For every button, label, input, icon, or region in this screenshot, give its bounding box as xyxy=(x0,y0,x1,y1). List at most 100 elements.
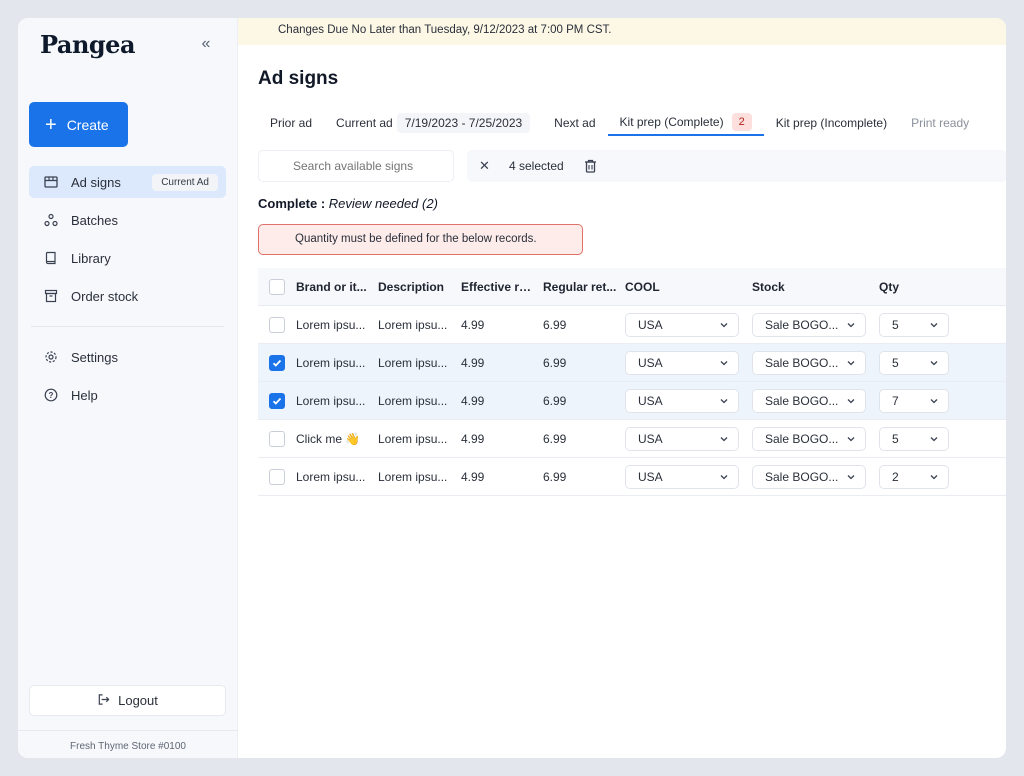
cool-select[interactable]: USA xyxy=(625,350,739,375)
create-button-label: Create xyxy=(66,116,109,133)
stock-select[interactable]: Sale BOGO... xyxy=(752,388,866,413)
row-checkbox-cell xyxy=(258,392,296,409)
brand-cell: Lorem ipsu... xyxy=(296,355,366,370)
row-checkbox[interactable] xyxy=(269,354,285,371)
qty-value: 2 xyxy=(892,469,899,484)
cool-select[interactable]: USA xyxy=(625,388,739,413)
tab-print-ready[interactable]: Print ready xyxy=(899,110,981,136)
select-all-checkbox[interactable] xyxy=(269,278,285,295)
chevron-down-icon xyxy=(720,394,728,408)
tab-kit-prep-incomplete[interactable]: Kit prep (Incomplete) xyxy=(764,110,899,136)
qty-select[interactable]: 5 xyxy=(879,350,949,375)
column-header-effective[interactable]: Effective re... xyxy=(461,280,543,294)
regular-price-cell: 6.99 xyxy=(543,355,567,370)
sidebar-item-label: Help xyxy=(71,387,98,403)
stock-select[interactable]: Sale BOGO... xyxy=(752,350,866,375)
row-checkbox[interactable] xyxy=(269,316,285,333)
qty-value: 5 xyxy=(892,355,899,370)
regular-price-cell: 6.99 xyxy=(543,317,567,332)
chevron-down-icon xyxy=(847,318,855,332)
row-checkbox[interactable] xyxy=(269,468,285,485)
logout-button[interactable]: Logout xyxy=(29,685,226,716)
tab-label: Print ready xyxy=(911,116,970,130)
create-button[interactable]: + Create xyxy=(29,102,128,147)
row-checkbox[interactable] xyxy=(269,392,285,409)
column-header-cool[interactable]: COOL xyxy=(625,280,752,294)
chevron-down-icon xyxy=(930,318,938,332)
cool-select[interactable]: USA xyxy=(625,312,739,337)
qty-select[interactable]: 5 xyxy=(879,312,949,337)
table-row[interactable]: Lorem ipsu... Lorem ipsu... 4.99 6.99 USA Sal… xyxy=(258,306,1006,344)
chevron-down-icon xyxy=(847,356,855,370)
cool-value: USA xyxy=(638,469,663,484)
section-note: Review needed (2) xyxy=(328,196,438,211)
stock-select[interactable]: Sale BOGO... xyxy=(752,426,866,451)
tab-kit-prep-complete[interactable]: Kit prep (Complete) 2 xyxy=(607,110,764,136)
stock-cell: Sale BOGO... xyxy=(752,388,879,413)
table-row[interactable]: Lorem ipsu... Lorem ipsu... 4.99 6.99 USA Sal… xyxy=(258,344,1006,382)
tab-next-ad[interactable]: Next ad xyxy=(542,110,607,136)
count-badge: 2 xyxy=(731,113,752,131)
tab-label: Next ad xyxy=(554,116,596,130)
qty-cell: 5 xyxy=(879,312,1006,337)
row-checkbox-cell xyxy=(258,354,296,371)
logout-label: Logout xyxy=(118,693,158,708)
cool-select[interactable]: USA xyxy=(625,426,739,451)
tab-prior-ad[interactable]: Prior ad xyxy=(258,110,324,136)
chevron-down-icon xyxy=(720,318,728,332)
brand-cell: Lorem ipsu... xyxy=(296,393,366,408)
table-row[interactable]: Lorem ipsu... Lorem ipsu... 4.99 6.99 USA Sal… xyxy=(258,458,1006,496)
qty-select[interactable]: 2 xyxy=(879,464,949,489)
selection-bar: ✕ 4 selected xyxy=(467,150,1006,182)
signs-table: Brand or it... Description Effective re.… xyxy=(258,268,1006,496)
column-header-regular[interactable]: Regular ret... xyxy=(543,280,625,294)
description-cell: Lorem ipsu... xyxy=(378,355,448,370)
stock-select[interactable]: Sale BOGO... xyxy=(752,464,866,489)
storefront-icon xyxy=(43,174,59,190)
column-header-stock[interactable]: Stock xyxy=(752,280,879,294)
stock-value: Sale BOGO... xyxy=(765,393,839,408)
column-header-qty[interactable]: Qty xyxy=(879,280,1006,294)
sidebar-item-batches[interactable]: Batches xyxy=(29,204,226,236)
sidebar-item-help[interactable]: ? Help xyxy=(29,379,226,411)
chevron-down-icon xyxy=(930,394,938,408)
sidebar-item-settings[interactable]: Settings xyxy=(29,341,226,373)
description-cell: Lorem ipsu... xyxy=(378,431,448,446)
column-header-brand[interactable]: Brand or it... xyxy=(296,280,378,294)
qty-cell: 7 xyxy=(879,388,1006,413)
search-input[interactable] xyxy=(258,150,454,182)
chevron-down-icon xyxy=(720,470,728,484)
description-cell: Lorem ipsu... xyxy=(378,469,448,484)
row-checkbox-cell xyxy=(258,316,296,333)
stock-value: Sale BOGO... xyxy=(765,317,839,332)
column-header-description[interactable]: Description xyxy=(378,280,461,294)
table-row[interactable]: Click me 👋 Lorem ipsu... 4.99 6.99 USA Sale B… xyxy=(258,420,1006,458)
row-checkbox[interactable] xyxy=(269,430,285,447)
sidebar-item-library[interactable]: Library xyxy=(29,242,226,274)
qty-select[interactable]: 7 xyxy=(879,388,949,413)
clear-selection-icon[interactable]: ✕ xyxy=(479,158,493,174)
table-row[interactable]: Lorem ipsu... Lorem ipsu... 4.99 6.99 USA Sal… xyxy=(258,382,1006,420)
validation-alert: Quantity must be defined for the below r… xyxy=(258,224,583,255)
chevron-down-icon xyxy=(720,432,728,446)
chevron-down-icon xyxy=(930,470,938,484)
stock-value: Sale BOGO... xyxy=(765,469,839,484)
qty-select[interactable]: 5 xyxy=(879,426,949,451)
book-icon xyxy=(43,250,59,266)
qty-value: 5 xyxy=(892,317,899,332)
sidebar-item-ad-signs[interactable]: Ad signs Current Ad xyxy=(29,166,226,198)
collapse-sidebar-icon[interactable]: « xyxy=(196,34,216,54)
stock-select[interactable]: Sale BOGO... xyxy=(752,312,866,337)
sidebar-item-order-stock[interactable]: Order stock xyxy=(29,280,226,312)
cool-cell: USA xyxy=(625,464,752,489)
logout-icon xyxy=(97,693,110,709)
qty-cell: 2 xyxy=(879,464,1006,489)
stock-cell: Sale BOGO... xyxy=(752,426,879,451)
regular-price-cell: 6.99 xyxy=(543,431,567,446)
trash-icon[interactable] xyxy=(584,159,598,173)
tab-current-ad[interactable]: Current ad 7/19/2023 - 7/25/2023 xyxy=(324,110,542,136)
sidebar-item-label: Ad signs xyxy=(71,174,121,190)
effective-price-cell: 4.99 xyxy=(461,317,485,332)
regular-price-cell: 6.99 xyxy=(543,393,567,408)
cool-select[interactable]: USA xyxy=(625,464,739,489)
